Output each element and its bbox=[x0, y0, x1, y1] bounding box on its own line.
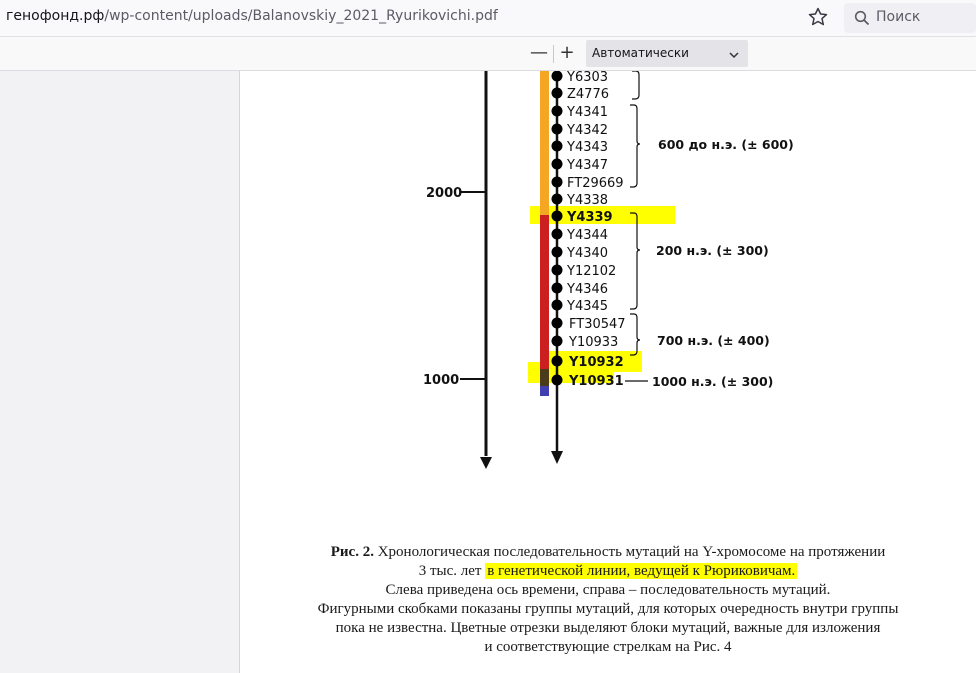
mutation-label: Y4338 bbox=[566, 193, 608, 208]
figure-caption: Рис. 2. Хронологическая последовательнос… bbox=[240, 543, 976, 657]
mutation-label: Y10932 bbox=[568, 355, 624, 370]
dot-Y4339 bbox=[551, 210, 563, 222]
dot-Y10933 bbox=[551, 335, 563, 347]
browser-toolbar: генофонд.рф/wp-content/uploads/Balanovsk… bbox=[0, 0, 976, 37]
group-label-200ad: 200 н.э. (± 300) bbox=[656, 243, 769, 258]
caption-text: Хронологическая последовательность мутац… bbox=[373, 544, 886, 560]
mutation-label: Y10933 bbox=[568, 335, 618, 350]
time-axis-arrowhead bbox=[480, 457, 492, 469]
chevron-down-icon bbox=[728, 48, 740, 60]
bracket-top bbox=[632, 70, 640, 100]
dot-Y4341 bbox=[551, 105, 563, 117]
mutation-label: Y4344 bbox=[566, 228, 608, 243]
dot-Y4338 bbox=[551, 193, 563, 205]
zoom-in-button[interactable]: + bbox=[557, 43, 577, 65]
url-path: /wp-content/uploads/Balanovskiy_2021_Ryu… bbox=[104, 8, 498, 24]
caption-line-2: 3 тыс. лет в генетической линии, ведущей… bbox=[240, 562, 976, 581]
dot-Y4342 bbox=[551, 123, 563, 135]
dot-Y4346 bbox=[551, 282, 563, 294]
dot-Y4347 bbox=[551, 158, 563, 170]
mutation-label: Y4339 bbox=[566, 210, 613, 225]
time-label-1000: 1000 bbox=[423, 373, 459, 388]
dot-Z4776 bbox=[551, 87, 563, 99]
caption-line-1: Рис. 2. Хронологическая последовательнос… bbox=[240, 543, 976, 562]
mutation-label: Y4341 bbox=[566, 105, 608, 120]
bookmark-star-icon[interactable] bbox=[806, 5, 830, 29]
red-segment bbox=[540, 215, 549, 369]
mutation-label: Y4347 bbox=[566, 158, 608, 173]
blue-segment bbox=[540, 386, 549, 396]
toolbar-divider bbox=[553, 45, 554, 63]
dot-FT30547 bbox=[551, 317, 563, 329]
mutation-label: Y12102 bbox=[566, 264, 616, 279]
mutation-label: FT30547 bbox=[569, 317, 626, 332]
mutation-label: Z4776 bbox=[567, 87, 609, 102]
bracket-group-600bc bbox=[630, 104, 641, 188]
pdf-toolbar: — + Автоматически bbox=[0, 37, 976, 71]
time-label-2000: 2000 bbox=[426, 186, 462, 201]
mutation-label: Y4340 bbox=[566, 246, 608, 261]
group-label-600bc: 600 до н.э. (± 600) bbox=[658, 137, 794, 152]
search-placeholder: Поиск bbox=[876, 9, 921, 25]
group-label-1000ad: 1000 н.э. (± 300) bbox=[652, 374, 773, 389]
group-label-700ad: 700 н.э. (± 400) bbox=[657, 333, 770, 348]
dark-segment bbox=[540, 369, 549, 386]
zoom-out-button[interactable]: — bbox=[529, 43, 549, 65]
caption-line-3: Слева приведена ось времени, справа – по… bbox=[385, 582, 831, 598]
url-field[interactable]: генофонд.рф/wp-content/uploads/Balanovsk… bbox=[6, 8, 498, 24]
mutation-label: Y6303 bbox=[566, 71, 608, 85]
search-icon bbox=[854, 10, 870, 26]
dot-Y4345 bbox=[551, 299, 563, 311]
pdf-page: 2000 1000 Y6303 Z4776 Y4341 Y4342 Y4343 … bbox=[240, 70, 976, 673]
orange-segment bbox=[540, 71, 549, 215]
dot-Y4343 bbox=[551, 140, 563, 152]
mutation-label: Y4345 bbox=[566, 299, 608, 314]
mutation-label: Y4346 bbox=[566, 282, 608, 297]
dot-FT29669 bbox=[551, 176, 563, 188]
zoom-select-value: Автоматически bbox=[592, 46, 689, 60]
zoom-select[interactable]: Автоматически bbox=[586, 40, 748, 67]
caption-line-5: пока не известна. Цветные отрезки выделя… bbox=[335, 620, 881, 636]
bracket-group-700ad bbox=[630, 313, 641, 356]
dot-Y6303 bbox=[551, 70, 563, 82]
dot-Y10932 bbox=[551, 355, 563, 367]
caption-text: 3 тыс. лет bbox=[418, 563, 486, 579]
search-box[interactable]: Поиск bbox=[844, 3, 976, 33]
dot-Y4340 bbox=[551, 246, 563, 258]
url-domain: генофонд.рф bbox=[6, 8, 105, 24]
caption-figure-number: Рис. 2. bbox=[330, 544, 374, 560]
bracket-group-200ad bbox=[630, 212, 641, 310]
mutation-figure: 2000 1000 Y6303 Z4776 Y4341 Y4342 Y4343 … bbox=[423, 70, 794, 469]
caption-highlight: в генетической линии, ведущей к Рюрикови… bbox=[485, 563, 798, 579]
mutation-label: FT29669 bbox=[567, 176, 624, 191]
mutation-line-arrowhead bbox=[551, 451, 563, 464]
mutation-label: Y10931 bbox=[568, 374, 624, 389]
dot-Y4344 bbox=[551, 228, 563, 240]
mutation-label: Y4343 bbox=[566, 140, 608, 155]
sidebar-pane bbox=[0, 71, 240, 673]
caption-line-6: и соответствующие стрелкам на Рис. 4 bbox=[484, 639, 732, 655]
dot-Y12102 bbox=[551, 264, 563, 276]
caption-line-4: Фигурными скобками показаны группы мутац… bbox=[317, 601, 899, 617]
mutation-label: Y4342 bbox=[566, 123, 608, 138]
dot-Y10931 bbox=[551, 374, 563, 386]
